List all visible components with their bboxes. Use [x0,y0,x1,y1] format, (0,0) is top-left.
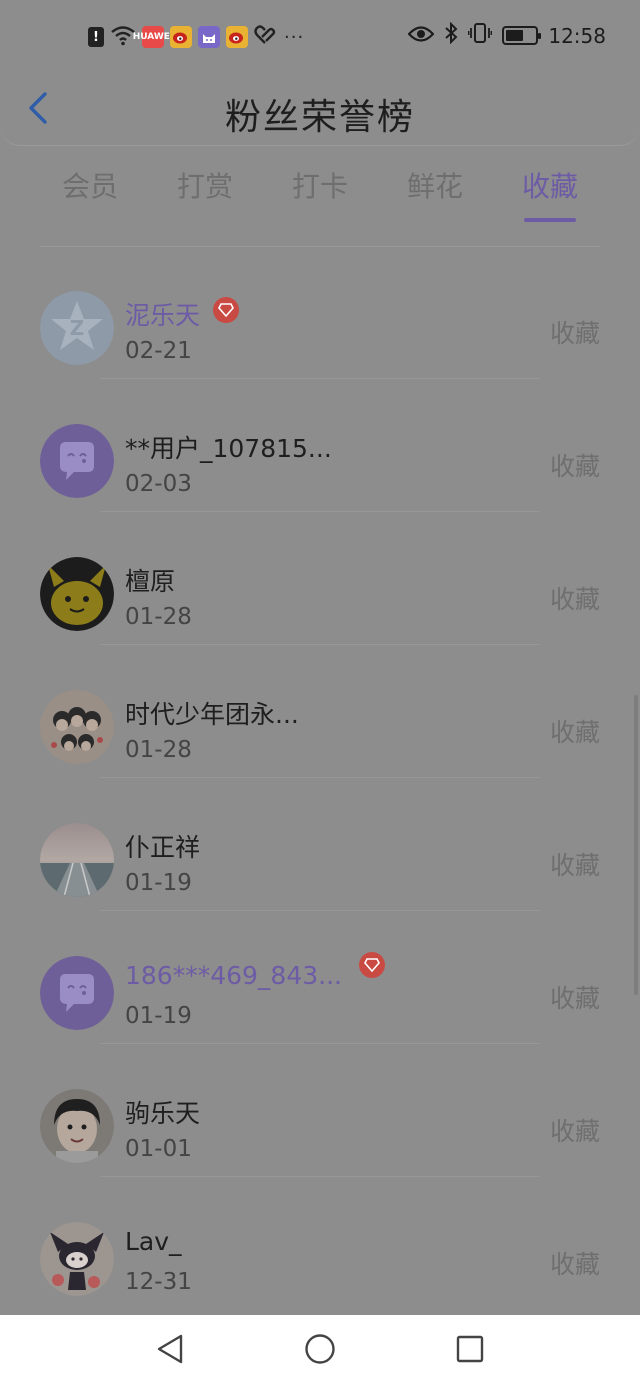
list-item[interactable]: 驹乐天 01-01 收藏 [0,1044,640,1177]
scrollbar[interactable] [634,695,638,995]
eye-icon [407,24,435,48]
battery-icon [502,26,542,45]
diamond-badge-icon [213,297,239,323]
bluetooth-icon [444,21,458,49]
weibo-icon-2 [226,26,248,48]
list-item[interactable]: Lav_ 12-31 收藏 [0,1177,640,1310]
favorite-date: 12-31 [125,1269,192,1295]
list-item[interactable]: **用户_107815... 02-03 收藏 [0,379,640,512]
favorite-date: 01-01 [125,1136,192,1162]
tab-flowers[interactable]: 鲜花 [385,166,485,222]
system-navigation-bar [0,1315,640,1387]
tab-member[interactable]: 会员 [40,166,140,222]
avatar [40,1222,114,1296]
circle-home-icon [304,1333,336,1369]
cat-app-icon [198,26,220,48]
huawei-app-icon: HUAWEI [133,26,173,48]
favorite-date: 01-28 [125,737,192,763]
tab-favorites[interactable]: 收藏 [500,166,600,222]
avatar [40,823,114,897]
user-name: Lav_ [125,1227,182,1256]
favorite-label: 收藏 [549,1117,600,1146]
favorite-label: 收藏 [549,319,600,348]
vibrate-icon [467,22,493,49]
fan-list: Z 泥乐天 02-21 收藏 **用户_107815... 02-03 收藏 檀… [0,246,640,1310]
avatar [40,956,114,1030]
svg-text:Z: Z [70,316,85,340]
list-item[interactable]: Z 泥乐天 02-21 收藏 [0,246,640,379]
favorite-label: 收藏 [549,452,600,481]
nav-back-button[interactable] [150,1331,190,1371]
list-item[interactable]: 仆正祥 01-19 收藏 [0,778,640,911]
clock: 12:58 [548,23,606,48]
avatar [40,557,114,631]
favorite-label: 收藏 [549,1250,600,1279]
screen: ! HUAWEI ··· 12:58 粉丝荣誉榜 会员 打赏 打卡 鲜花 收藏 … [0,0,640,1315]
favorite-label: 收藏 [549,984,600,1013]
user-name: 驹乐天 [125,1099,201,1128]
nav-home-button[interactable] [300,1331,340,1371]
list-item[interactable]: 时代少年团永... 01-28 收藏 [0,645,640,778]
avatar [40,690,114,764]
favorite-date: 01-19 [125,870,192,896]
user-name: **用户_107815... [125,434,332,463]
avatar [40,1089,114,1163]
user-name: 186***469_843... [125,961,342,990]
user-name: 仆正祥 [125,833,201,862]
list-item[interactable]: 186***469_843... 01-19 收藏 [0,911,640,1044]
user-name: 时代少年团永... [125,700,299,729]
alert-icon: ! [88,27,104,47]
favorite-date: 01-19 [125,1003,192,1029]
favorite-label: 收藏 [549,851,600,880]
status-bar: ! HUAWEI ··· 12:58 [0,0,640,76]
weibo-icon [170,26,192,48]
user-name: 檀原 [125,567,176,596]
list-item[interactable]: 檀原 01-28 收藏 [0,512,640,645]
page-title: 粉丝荣誉榜 [224,97,415,138]
tab-bar: 会员 打赏 打卡 鲜花 收藏 [40,166,600,226]
favorite-label: 收藏 [549,585,600,614]
square-recents-icon [456,1335,484,1367]
header: 粉丝荣誉榜 [0,76,640,146]
avatar: Z [40,291,114,365]
favorite-label: 收藏 [549,718,600,747]
more-notifications-icon: ··· [284,26,305,48]
status-notifications: ! HUAWEI ··· [88,24,304,50]
triangle-back-icon [156,1333,184,1369]
tab-reward[interactable]: 打赏 [155,166,255,222]
tab-checkin[interactable]: 打卡 [270,166,370,222]
favorite-date: 02-03 [125,471,192,497]
avatar [40,424,114,498]
diamond-badge-icon [359,952,385,978]
heart-link-icon [254,25,276,49]
favorite-date: 01-28 [125,604,192,630]
status-system: 12:58 [407,21,606,49]
nav-recents-button[interactable] [450,1331,490,1371]
user-name: 泥乐天 [125,301,201,330]
favorite-date: 02-21 [125,338,192,364]
